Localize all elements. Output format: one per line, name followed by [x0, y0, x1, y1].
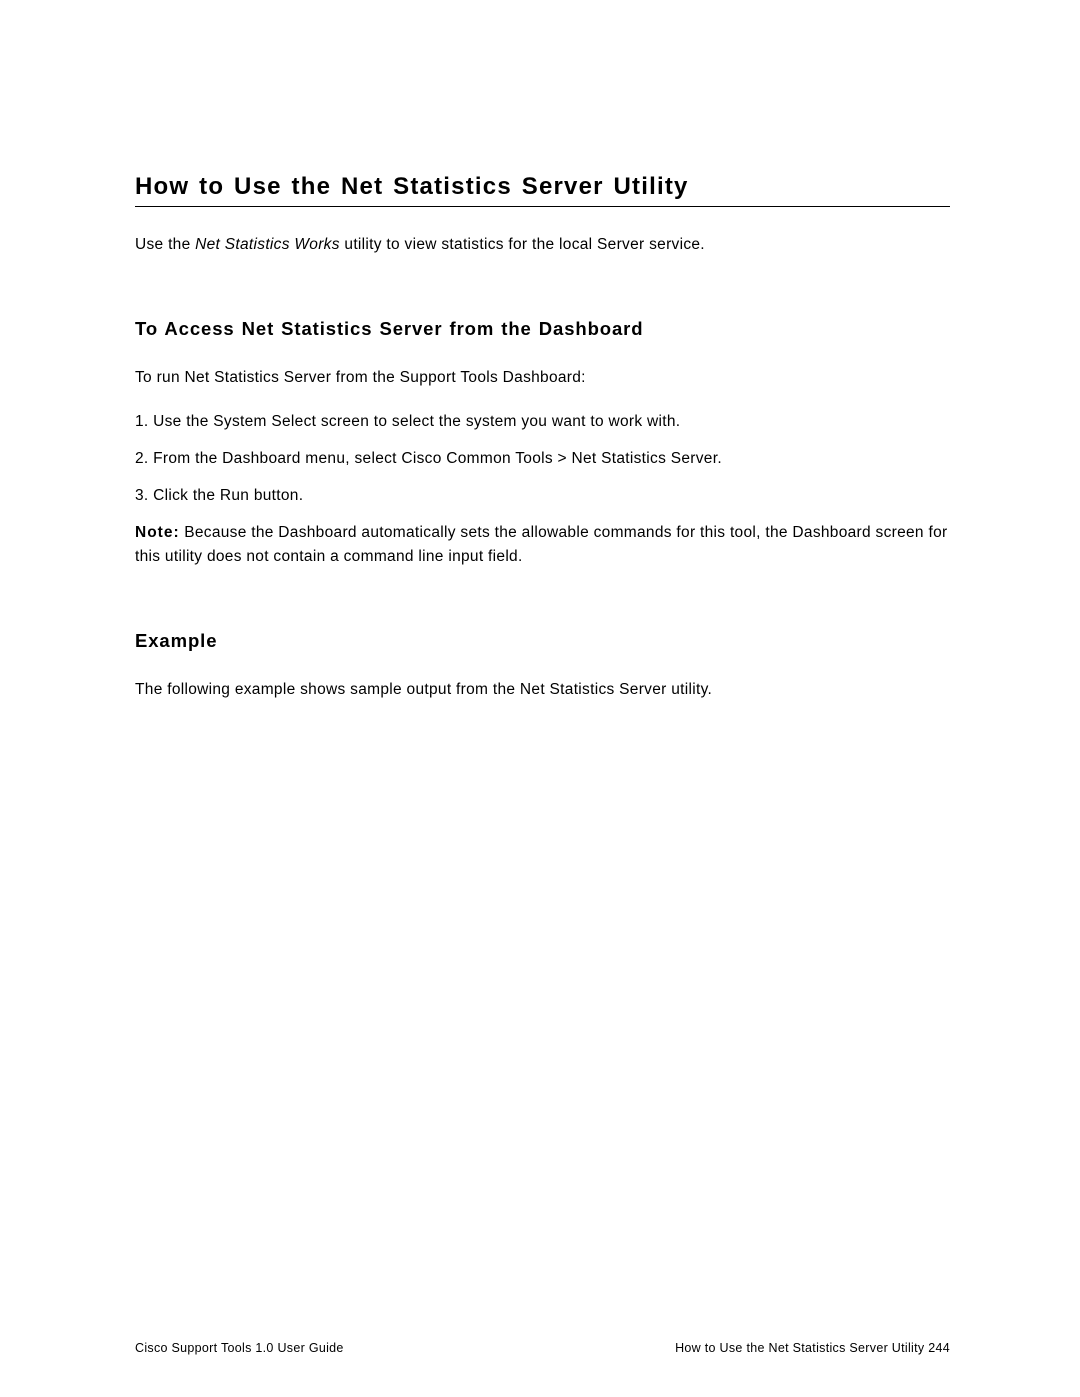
- note-label: Note:: [135, 524, 180, 541]
- note-paragraph: Note: Because the Dashboard automaticall…: [135, 521, 950, 568]
- intro-prefix: Use the: [135, 236, 195, 253]
- intro-suffix: utility to view statistics for the local…: [340, 236, 705, 253]
- section-heading-example: Example: [135, 630, 950, 652]
- title-underline: [135, 206, 950, 207]
- page-content: How to Use the Net Statistics Server Uti…: [0, 0, 1080, 701]
- intro-italic: Net Statistics Works: [195, 236, 340, 253]
- note-text: Because the Dashboard automatically sets…: [135, 524, 947, 564]
- step-3: 3. Click the Run button.: [135, 484, 950, 507]
- page-footer: Cisco Support Tools 1.0 User Guide How t…: [135, 1341, 950, 1355]
- footer-left: Cisco Support Tools 1.0 User Guide: [135, 1341, 344, 1355]
- section2-body: The following example shows sample outpu…: [135, 678, 950, 701]
- steps-list: 1. Use the System Select screen to selec…: [135, 410, 950, 508]
- section1-lead: To run Net Statistics Server from the Su…: [135, 366, 950, 389]
- page-title: How to Use the Net Statistics Server Uti…: [135, 173, 950, 201]
- section-heading-access: To Access Net Statistics Server from the…: [135, 318, 950, 340]
- footer-right: How to Use the Net Statistics Server Uti…: [675, 1341, 950, 1355]
- step-2: 2. From the Dashboard menu, select Cisco…: [135, 447, 950, 470]
- step-1: 1. Use the System Select screen to selec…: [135, 410, 950, 433]
- intro-paragraph: Use the Net Statistics Works utility to …: [135, 233, 950, 256]
